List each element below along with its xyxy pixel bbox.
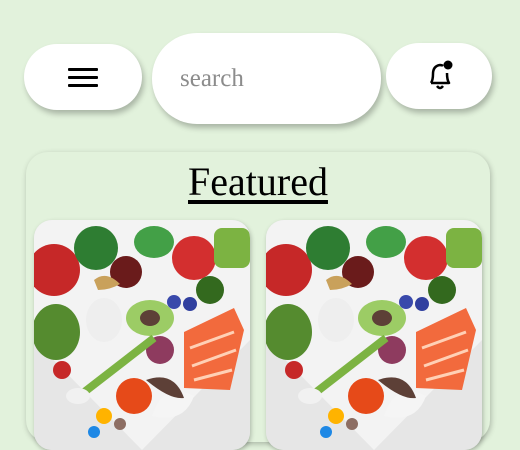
vegetables-salmon-heart-image: [34, 220, 250, 450]
featured-card[interactable]: [34, 220, 250, 450]
notification-button[interactable]: [386, 43, 492, 109]
search-input[interactable]: [178, 61, 362, 97]
vegetables-salmon-heart-image: [266, 220, 482, 450]
featured-title: Featured: [188, 159, 328, 204]
top-bar: [0, 0, 520, 140]
hamburger-menu-icon: [68, 68, 98, 88]
featured-section: Featured: [26, 152, 490, 450]
bell-notification-icon: [429, 60, 453, 90]
menu-button[interactable]: [24, 44, 142, 110]
featured-card[interactable]: [266, 220, 482, 450]
search-bar[interactable]: [152, 33, 381, 124]
